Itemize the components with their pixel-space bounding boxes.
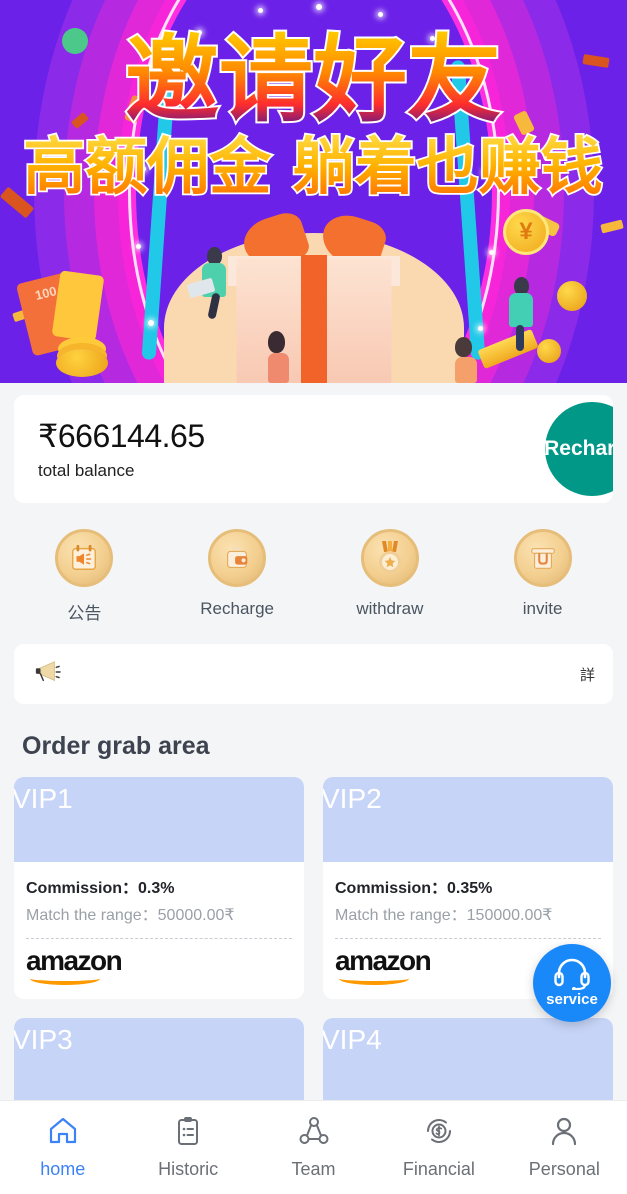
nav-item-team[interactable]: Team bbox=[251, 1101, 376, 1194]
illustration-coin-stack bbox=[56, 349, 108, 377]
recharge-button[interactable]: Recharge bbox=[544, 402, 613, 496]
quick-action-announcement[interactable]: 公告 bbox=[8, 529, 161, 624]
vip-commission: Commission：0.3% bbox=[26, 874, 292, 898]
illustration-coin bbox=[537, 339, 561, 363]
bottom-navigation: home Historic Team Financial Personal bbox=[0, 1100, 627, 1194]
announcement-icon bbox=[55, 529, 114, 587]
amazon-smile-icon bbox=[30, 972, 101, 985]
medal-icon bbox=[360, 529, 419, 587]
balance-amount: ₹666144.65 bbox=[38, 418, 205, 454]
illustration-coin bbox=[557, 281, 587, 311]
clipboard-icon bbox=[172, 1115, 204, 1152]
vip-range: Match the range：50000.00₹ bbox=[26, 905, 292, 927]
illustration-yellow-card bbox=[51, 270, 105, 342]
vip-commission-value: 0.3% bbox=[138, 880, 175, 897]
illustration-person-center-2 bbox=[455, 337, 477, 383]
quick-action-label: Recharge bbox=[200, 599, 274, 618]
page-title: Order grab area bbox=[22, 732, 210, 760]
quick-action-withdraw[interactable]: withdraw bbox=[314, 529, 467, 624]
home-icon bbox=[47, 1115, 79, 1152]
app-screen: 100 ¥ 邀请好友 高额佣金 躺着也赚钱 ₹666144.65 total b… bbox=[0, 0, 627, 1194]
service-label: service bbox=[546, 991, 598, 1008]
dollar-refresh-icon bbox=[423, 1115, 455, 1152]
vip-divider bbox=[26, 937, 292, 939]
vip-card-title: VIP1 bbox=[14, 783, 73, 814]
vip-card-header: VIP1 bbox=[14, 777, 304, 862]
nav-label: Financial bbox=[402, 1159, 475, 1179]
brand-logo: amazon bbox=[26, 944, 123, 985]
vip-range-value: 150000.00₹ bbox=[466, 907, 553, 924]
svg-text:邀请好友: 邀请好友 bbox=[125, 26, 501, 135]
balance-card: ₹666144.65 total balance Recharge bbox=[14, 395, 613, 503]
vip-commission: Commission：0.35% bbox=[335, 874, 601, 898]
illustration-person-right bbox=[509, 277, 533, 351]
vip-range-label: Match the range： bbox=[26, 907, 158, 924]
nav-label: Personal bbox=[528, 1159, 600, 1179]
amazon-smile-icon bbox=[339, 972, 410, 985]
brand-logo-text: amazon bbox=[335, 944, 432, 976]
vip-divider bbox=[335, 937, 601, 939]
illustration-person-center bbox=[268, 331, 289, 383]
atm-icon bbox=[513, 529, 572, 587]
gift-ribbon bbox=[300, 255, 327, 383]
vip-commission-value: 0.35% bbox=[447, 880, 493, 897]
balance-label: total balance bbox=[38, 461, 135, 480]
vip-range: Match the range：150000.00₹ bbox=[335, 905, 601, 927]
quick-action-invite[interactable]: invite bbox=[466, 529, 619, 624]
headset-icon bbox=[552, 958, 592, 995]
quick-action-recharge[interactable]: Recharge bbox=[161, 529, 314, 624]
customer-service-button[interactable]: service bbox=[533, 944, 611, 1022]
vip-card-header: VIP3 bbox=[14, 1017, 304, 1103]
nav-item-personal[interactable]: Personal bbox=[502, 1101, 627, 1194]
megaphone-icon bbox=[32, 659, 62, 690]
vip-range-value: 50000.00₹ bbox=[157, 907, 235, 924]
vip-commission-label: Commission： bbox=[26, 880, 139, 897]
nav-label: home bbox=[40, 1159, 86, 1179]
nav-item-historic[interactable]: Historic bbox=[125, 1101, 250, 1194]
vip-commission-label: Commission： bbox=[335, 880, 448, 897]
person-icon bbox=[548, 1115, 580, 1152]
vip-card-title: VIP4 bbox=[323, 1023, 382, 1055]
wallet-icon bbox=[208, 529, 267, 587]
quick-action-label: withdraw bbox=[356, 599, 424, 618]
promo-banner[interactable]: 100 ¥ 邀请好友 高额佣金 躺着也赚钱 bbox=[0, 0, 627, 383]
banner-headline-graphic: 邀请好友 高额佣金 躺着也赚钱 bbox=[21, 24, 604, 205]
vip-card-header: VIP4 bbox=[323, 1017, 613, 1103]
vip-card-grid: VIP1 Commission：0.3% Match the range：500… bbox=[0, 761, 627, 1117]
vip-card[interactable]: VIP1 Commission：0.3% Match the range：500… bbox=[14, 777, 304, 999]
vip-card-header: VIP2 bbox=[323, 777, 613, 862]
network-icon bbox=[298, 1115, 330, 1152]
quick-actions-row: 公告 Recharge withdraw invite bbox=[0, 529, 627, 624]
quick-action-label: 公告 bbox=[67, 604, 102, 623]
nav-item-financial[interactable]: Financial bbox=[376, 1101, 501, 1194]
nav-label: Historic bbox=[158, 1159, 219, 1179]
brand-logo: amazon bbox=[335, 944, 432, 985]
nav-label: Team bbox=[291, 1159, 336, 1179]
detail-icon[interactable]: 詳 bbox=[580, 664, 595, 685]
vip-card-title: VIP3 bbox=[14, 1023, 73, 1055]
brand-logo-text: amazon bbox=[26, 944, 123, 976]
quick-action-label: invite bbox=[522, 599, 563, 618]
notice-bar[interactable]: 詳 bbox=[14, 644, 613, 704]
vip-card-body: Commission：0.3% Match the range：50000.00… bbox=[14, 862, 304, 985]
vip-range-label: Match the range： bbox=[335, 907, 467, 924]
nav-item-home[interactable]: home bbox=[0, 1101, 125, 1194]
vip-card-title: VIP2 bbox=[323, 783, 382, 814]
svg-text:高额佣金 躺着也赚钱: 高额佣金 躺着也赚钱 bbox=[23, 130, 603, 203]
